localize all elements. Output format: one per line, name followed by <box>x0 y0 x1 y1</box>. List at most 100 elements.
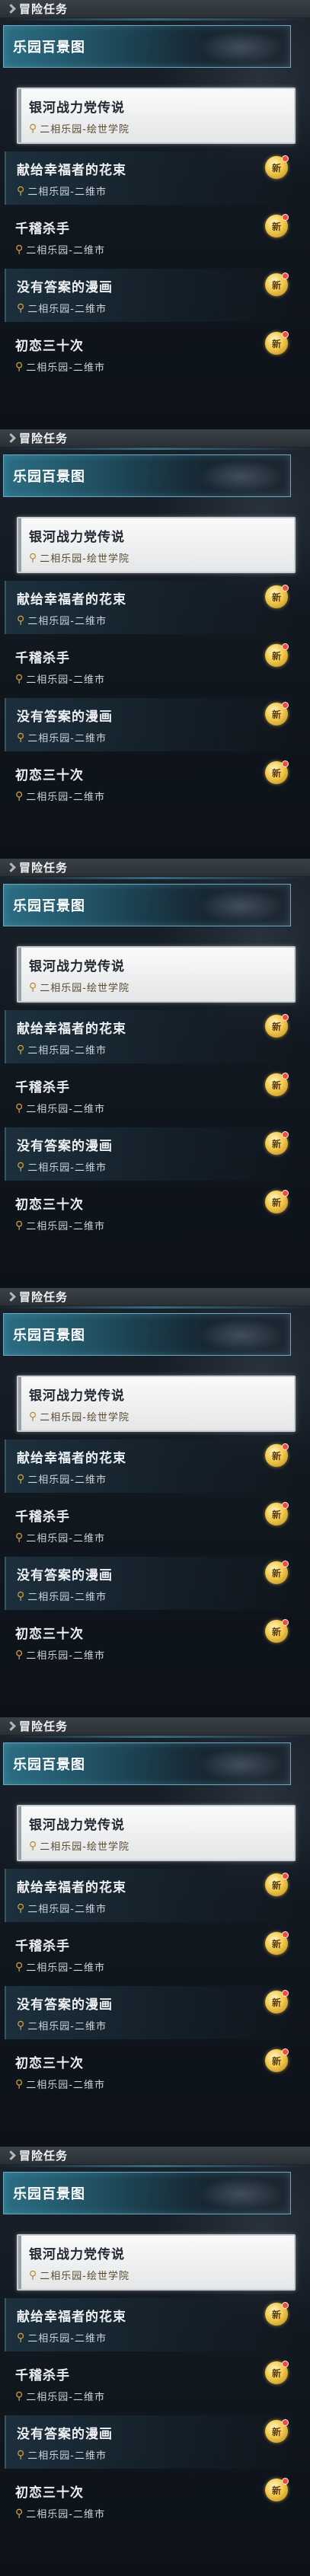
quest-location: ⚲ 二相乐园-绘世学院 <box>29 1838 129 1854</box>
quest-item-selected[interactable]: 银河战力党传说 ⚲ 二相乐园-绘世学院 <box>17 1805 296 1861</box>
quest-title: 千稽杀手 <box>15 1510 70 1525</box>
panel-header: 冒险任务 <box>0 859 310 877</box>
quest-screenshot-stack: 冒险任务 乐园百景图 银河战力党传说 ⚲ 二相乐园-绘世学院 献给幸福者的花束 … <box>0 0 310 2576</box>
quest-item[interactable]: 献给幸福者的花束 ⚲ 二相乐园-二维市 新 <box>5 151 291 205</box>
quest-location-text: 二相乐园-二维市 <box>27 1904 107 1915</box>
quest-item[interactable]: 初恋三十次 ⚲ 二相乐园-二维市 新 <box>5 2045 291 2098</box>
quest-location-text: 二相乐园-二维市 <box>27 733 107 744</box>
tab-decoration-icon <box>199 2177 283 2211</box>
quest-location-text: 二相乐园-二维市 <box>27 187 107 198</box>
quest-item[interactable]: 没有答案的漫画 ⚲ 二相乐园-二维市 新 <box>5 2415 291 2469</box>
quest-item[interactable]: 没有答案的漫画 ⚲ 二相乐园-二维市 新 <box>5 1557 291 1610</box>
notification-dot-icon <box>282 585 289 591</box>
quest-title: 没有答案的漫画 <box>17 280 113 295</box>
new-badge-label: 新 <box>271 2426 281 2437</box>
notification-dot-icon <box>282 1014 289 1021</box>
quest-item-selected[interactable]: 银河战力党传说 ⚲ 二相乐园-绘世学院 <box>17 2234 296 2291</box>
map-pin-icon: ⚲ <box>17 2331 25 2344</box>
quest-location: ⚲ 二相乐园-二维市 <box>15 2506 105 2521</box>
tab-world-scenery[interactable]: 乐园百景图 <box>3 25 291 68</box>
quest-item[interactable]: 没有答案的漫画 ⚲ 二相乐园-二维市 新 <box>5 698 291 751</box>
new-badge-icon: 新 <box>265 585 289 608</box>
panel-title: 冒险任务 <box>19 1290 69 1304</box>
new-badge-icon: 新 <box>265 1931 289 1955</box>
new-badge-icon: 新 <box>265 1131 289 1155</box>
tab-label: 乐园百景图 <box>13 469 85 485</box>
quest-location-text: 二相乐园-绘世学院 <box>40 553 129 565</box>
quest-item[interactable]: 初恋三十次 ⚲ 二相乐园-二维市 新 <box>5 1186 291 1239</box>
quest-item[interactable]: 没有答案的漫画 ⚲ 二相乐园-二维市 新 <box>5 1127 291 1181</box>
tab-world-scenery[interactable]: 乐园百景图 <box>3 454 291 497</box>
quest-item-selected[interactable]: 银河战力党传说 ⚲ 二相乐园-绘世学院 <box>17 517 296 573</box>
quest-location-text: 二相乐园-二维市 <box>26 1221 105 1232</box>
quest-location: ⚲ 二相乐园-二维市 <box>15 2389 105 2404</box>
map-pin-icon: ⚲ <box>17 614 25 626</box>
new-badge-label: 新 <box>271 1079 281 1091</box>
quest-item[interactable]: 献给幸福者的花束 ⚲ 二相乐园-二维市 新 <box>5 2298 291 2351</box>
notification-dot-icon <box>282 2478 289 2485</box>
notification-dot-icon <box>282 643 289 650</box>
quest-location-text: 二相乐园-二维市 <box>27 304 107 315</box>
tab-world-scenery[interactable]: 乐园百景图 <box>3 2172 291 2214</box>
tab-world-scenery[interactable]: 乐园百景图 <box>3 884 291 926</box>
tab-world-scenery[interactable]: 乐园百景图 <box>3 1313 291 1356</box>
new-badge-label: 新 <box>271 1626 281 1637</box>
notification-dot-icon <box>282 1131 289 1138</box>
header-divider <box>0 1306 310 1309</box>
adventure-quest-panel: 冒险任务 乐园百景图 银河战力党传说 ⚲ 二相乐园-绘世学院 献给幸福者的花束 … <box>0 1717 310 2144</box>
new-badge-label: 新 <box>271 1509 281 1520</box>
quest-location-text: 二相乐园-二维市 <box>26 2080 105 2091</box>
quest-location: ⚲ 二相乐园-绘世学院 <box>29 1409 129 1424</box>
quest-item[interactable]: 献给幸福者的花束 ⚲ 二相乐园-二维市 新 <box>5 581 291 634</box>
quest-location: ⚲ 二相乐园-二维市 <box>17 183 107 199</box>
quest-item[interactable]: 初恋三十次 ⚲ 二相乐园-二维市 新 <box>5 757 291 810</box>
quest-item[interactable]: 初恋三十次 ⚲ 二相乐园-二维市 新 <box>5 327 291 381</box>
quest-item[interactable]: 千稽杀手 ⚲ 二相乐园-二维市 新 <box>5 1069 291 1122</box>
quest-item[interactable]: 千稽杀手 ⚲ 二相乐园-二维市 新 <box>5 1498 291 1551</box>
quest-item[interactable]: 献给幸福者的花束 ⚲ 二相乐园-二维市 新 <box>5 1010 291 1063</box>
quest-item[interactable]: 初恋三十次 ⚲ 二相乐园-二维市 新 <box>5 1615 291 1669</box>
tab-decoration-icon <box>199 30 283 64</box>
map-pin-icon: ⚲ <box>17 2019 25 2032</box>
quest-location: ⚲ 二相乐园-二维市 <box>15 1530 105 1545</box>
panel-header: 冒险任务 <box>0 1288 310 1306</box>
quest-item[interactable]: 初恋三十次 ⚲ 二相乐园-二维市 新 <box>5 2474 291 2527</box>
map-pin-icon: ⚲ <box>17 1472 25 1485</box>
header-divider <box>0 877 310 879</box>
map-pin-icon: ⚲ <box>17 2448 25 2461</box>
new-badge-icon: 新 <box>265 760 289 784</box>
quest-item[interactable]: 千稽杀手 ⚲ 二相乐园-二维市 新 <box>5 2357 291 2410</box>
quest-location-text: 二相乐园-绘世学院 <box>40 1841 129 1853</box>
quest-item[interactable]: 献给幸福者的花束 ⚲ 二相乐园-二维市 新 <box>5 1869 291 1922</box>
header-divider <box>0 1736 310 1738</box>
quest-item[interactable]: 没有答案的漫画 ⚲ 二相乐园-二维市 新 <box>5 269 291 322</box>
new-badge-icon: 新 <box>265 2478 289 2501</box>
tab-label: 乐园百景图 <box>13 40 85 56</box>
quest-item[interactable]: 千稽杀手 ⚲ 二相乐园-二维市 新 <box>5 1927 291 1981</box>
new-badge-icon: 新 <box>265 273 289 296</box>
quest-item[interactable]: 千稽杀手 ⚲ 二相乐园-二维市 新 <box>5 210 291 263</box>
map-pin-icon: ⚲ <box>15 1219 24 1232</box>
quest-title: 献给幸福者的花束 <box>17 2310 126 2325</box>
tab-decoration-icon <box>199 889 283 923</box>
tab-decoration-icon <box>199 1748 283 1781</box>
notification-dot-icon <box>282 2048 289 2055</box>
map-pin-icon: ⚲ <box>15 789 24 802</box>
quest-location-text: 二相乐园-二维市 <box>26 792 105 803</box>
header-chevron-icon <box>6 862 16 872</box>
new-badge-label: 新 <box>271 591 281 603</box>
quest-location: ⚲ 二相乐园-二维市 <box>17 1159 107 1175</box>
quest-location-text: 二相乐园-二维市 <box>27 1162 107 1174</box>
quest-title: 献给幸福者的花束 <box>17 1022 126 1037</box>
notification-dot-icon <box>282 1443 289 1450</box>
map-pin-icon: ⚲ <box>15 672 24 685</box>
quest-item-selected[interactable]: 银河战力党传说 ⚲ 二相乐园-绘世学院 <box>17 1376 296 1432</box>
new-badge-icon: 新 <box>265 214 289 238</box>
quest-item[interactable]: 千稽杀手 ⚲ 二相乐园-二维市 新 <box>5 639 291 693</box>
quest-item-selected[interactable]: 银河战力党传说 ⚲ 二相乐园-绘世学院 <box>17 946 296 1003</box>
map-pin-icon: ⚲ <box>29 1839 37 1852</box>
quest-item-selected[interactable]: 银河战力党传说 ⚲ 二相乐园-绘世学院 <box>17 88 296 144</box>
quest-item[interactable]: 没有答案的漫画 ⚲ 二相乐园-二维市 新 <box>5 1986 291 2039</box>
quest-item[interactable]: 献给幸福者的花束 ⚲ 二相乐园-二维市 新 <box>5 1439 291 1493</box>
tab-world-scenery[interactable]: 乐园百景图 <box>3 1742 291 1785</box>
